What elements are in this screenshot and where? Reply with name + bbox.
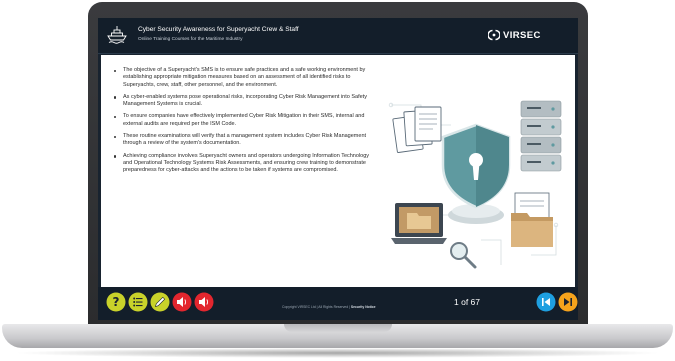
- magnifier-icon: [450, 242, 477, 269]
- skip-forward-icon: [558, 292, 578, 312]
- laptop-folder-icon: [391, 203, 447, 244]
- course-title: Cyber Security Awareness for Superyacht …: [138, 26, 299, 33]
- copyright-label: Copyright VIRSEC Ltd | All Rights Reserv…: [282, 305, 350, 309]
- cyber-security-illustration: [388, 100, 562, 269]
- course-player-screen: Cyber Security Awareness for Superyacht …: [98, 18, 578, 320]
- previous-button[interactable]: [536, 292, 556, 312]
- server-rack-icon: [520, 100, 562, 172]
- list-item: The objective of a Superyacht's SMS is t…: [113, 67, 375, 89]
- svg-text:?: ?: [113, 295, 120, 309]
- list-icon: [128, 292, 148, 312]
- list-item: To ensure companies have effectively imp…: [113, 113, 375, 128]
- audio-button[interactable]: [172, 292, 192, 312]
- page-counter: 1 of 67: [454, 297, 480, 307]
- shield-lock-icon: [441, 123, 511, 209]
- next-button[interactable]: [558, 292, 578, 312]
- copyright-text: Copyright VIRSEC Ltd | All Rights Reserv…: [282, 305, 376, 309]
- slide-content: The objective of a Superyacht's SMS is t…: [101, 55, 575, 287]
- list-item: As cyber-enabled systems pose operationa…: [113, 94, 375, 109]
- list-item: Achieving compliance involves Superyacht…: [113, 153, 375, 175]
- question-mark-icon: ?: [106, 292, 126, 312]
- security-notice-link[interactable]: Security Notice: [351, 305, 376, 309]
- virsec-logo-icon: [488, 29, 500, 41]
- brand-logo: VIRSEC: [488, 28, 541, 42]
- file-folder-icon: [511, 192, 553, 247]
- course-header: Cyber Security Awareness for Superyacht …: [98, 18, 578, 54]
- laptop-notch: [284, 324, 392, 332]
- course-subtitle: Online Training Courses for the Maritime…: [138, 37, 243, 42]
- speaker-icon: [194, 292, 214, 312]
- speaker-icon: [172, 292, 192, 312]
- brand-name: VIRSEC: [503, 29, 541, 41]
- list-item: These routine examinations will verify t…: [113, 133, 375, 148]
- menu-button[interactable]: [128, 292, 148, 312]
- laptop-shadow: [12, 348, 663, 358]
- audio-button-2[interactable]: [194, 292, 214, 312]
- notes-button[interactable]: [150, 292, 170, 312]
- pencil-icon: [150, 292, 170, 312]
- player-controls-bar: ? Copyright VIRSEC Ltd | All Rights Rese…: [98, 287, 578, 320]
- ship-icon: [107, 26, 127, 44]
- documents-icon: [392, 106, 442, 153]
- help-button[interactable]: ?: [106, 292, 126, 312]
- bullet-list: The objective of a Superyacht's SMS is t…: [113, 67, 375, 180]
- skip-back-icon: [536, 292, 556, 312]
